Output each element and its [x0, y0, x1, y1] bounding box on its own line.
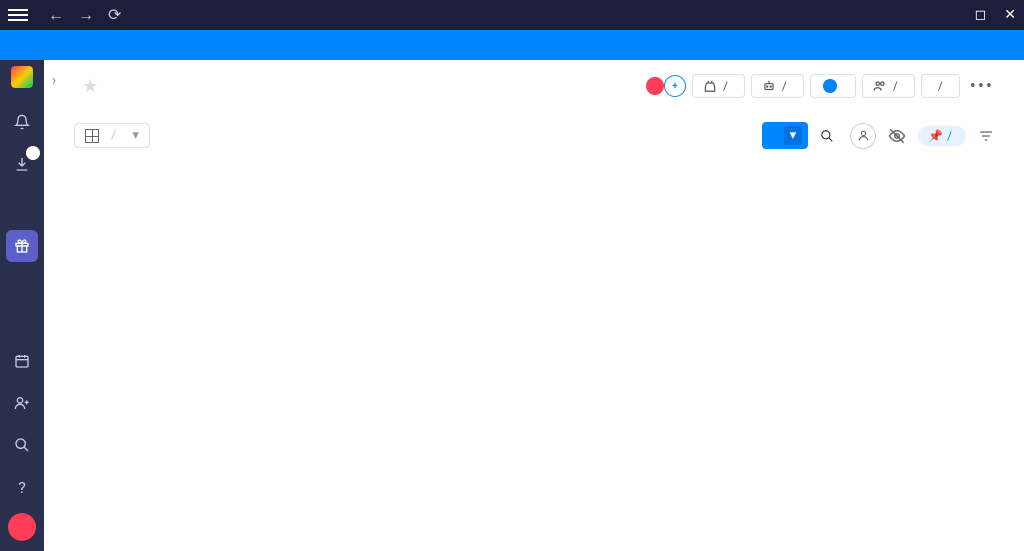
- sort-icon[interactable]: [978, 128, 994, 144]
- window-maximize-icon[interactable]: ◻: [975, 7, 987, 23]
- member-avatar: [644, 75, 666, 97]
- hamburger-menu-icon[interactable]: [8, 9, 28, 21]
- nav-forward-icon[interactable]: →: [78, 5, 94, 25]
- nav-reload-icon[interactable]: ⟳: [108, 5, 121, 25]
- email-confirm-banner: [0, 30, 1024, 60]
- app-logo-icon[interactable]: [11, 66, 33, 88]
- board-header: ★ + / / / /: [74, 60, 994, 102]
- search-icon[interactable]: [6, 429, 38, 461]
- help-icon[interactable]: ?: [6, 471, 38, 503]
- add-member-icon: +: [664, 75, 686, 97]
- favorite-star-icon[interactable]: ★: [82, 76, 98, 97]
- downloads-badge: [26, 146, 40, 160]
- pin-icon: 📌: [928, 129, 943, 143]
- activities-button[interactable]: /: [921, 74, 960, 98]
- board-toolbar: / ▾ ▾ 📌/: [74, 122, 994, 149]
- zoom-call-button[interactable]: [810, 74, 856, 98]
- person-filter-icon[interactable]: [850, 123, 876, 149]
- hide-icon[interactable]: [888, 127, 906, 145]
- calendar-icon[interactable]: [6, 345, 38, 377]
- window-close-icon[interactable]: ✕: [1004, 7, 1016, 23]
- view-selector[interactable]: / ▾: [74, 123, 150, 148]
- panel-collapse-icon[interactable]: ›: [44, 60, 64, 551]
- table-icon: [85, 129, 99, 143]
- zoom-icon: [823, 79, 837, 93]
- window-titlebar: ← → ⟳ ◻ ✕: [0, 0, 1024, 30]
- integrations-button[interactable]: /: [692, 74, 745, 98]
- new-item-button[interactable]: ▾: [762, 122, 809, 149]
- pinned-filters-button[interactable]: 📌/: [918, 126, 966, 146]
- search-button[interactable]: [820, 129, 838, 143]
- left-sidebar: ?: [0, 60, 44, 551]
- notifications-icon[interactable]: [6, 106, 38, 138]
- more-options-icon[interactable]: •••: [970, 76, 994, 97]
- downloads-icon[interactable]: [6, 148, 38, 180]
- chevron-down-icon: ▾: [132, 128, 139, 143]
- board-members-avatars[interactable]: +: [644, 75, 686, 97]
- invite-icon[interactable]: [6, 387, 38, 419]
- automations-button[interactable]: /: [751, 74, 804, 98]
- user-avatar[interactable]: [8, 513, 36, 541]
- chevron-down-icon[interactable]: ▾: [784, 126, 803, 145]
- nav-back-icon[interactable]: ←: [48, 5, 64, 25]
- gift-icon[interactable]: [6, 230, 38, 262]
- members-count-button[interactable]: /: [862, 74, 915, 98]
